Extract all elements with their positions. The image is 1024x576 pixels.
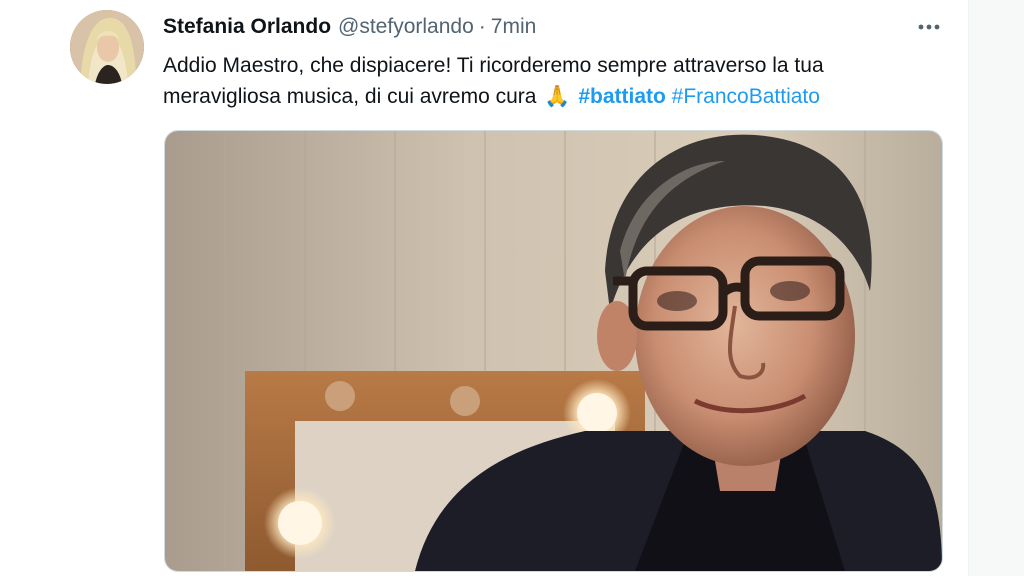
avatar[interactable] — [70, 10, 144, 84]
tweet-text-line-2-body: meravigliosa musica, di cui avremo cura — [163, 85, 537, 108]
more-horizontal-icon[interactable] — [914, 12, 944, 42]
hashtag-francobattiato[interactable]: #FrancoBattiato — [672, 85, 820, 108]
photo-portrait — [165, 131, 942, 571]
timestamp[interactable]: 7min — [491, 15, 537, 39]
folded-hands-emoji: 🙏 — [544, 85, 571, 108]
separator-dot: · — [478, 15, 486, 38]
tweet-text-line-1: Addio Maestro, che dispiacere! Ti ricord… — [163, 54, 824, 77]
avatar-photo — [70, 10, 144, 84]
right-background — [969, 0, 1024, 576]
tweet-media-photo[interactable] — [164, 130, 943, 572]
tweet-text: Addio Maestro, che dispiacere! Ti ricord… — [163, 50, 933, 112]
left-background — [0, 0, 52, 576]
tweet-card[interactable]: Stefania Orlando @stefyorlando · 7min Ad… — [52, 0, 969, 576]
display-name[interactable]: Stefania Orlando — [163, 15, 331, 39]
hashtag-battiato[interactable]: #battiato — [578, 85, 666, 108]
user-handle[interactable]: @stefyorlando — [338, 15, 474, 39]
tweet-header: Stefania Orlando @stefyorlando · 7min — [163, 13, 536, 41]
tweet-text-line-2: meravigliosa musica, di cui avremo cura … — [163, 81, 933, 112]
